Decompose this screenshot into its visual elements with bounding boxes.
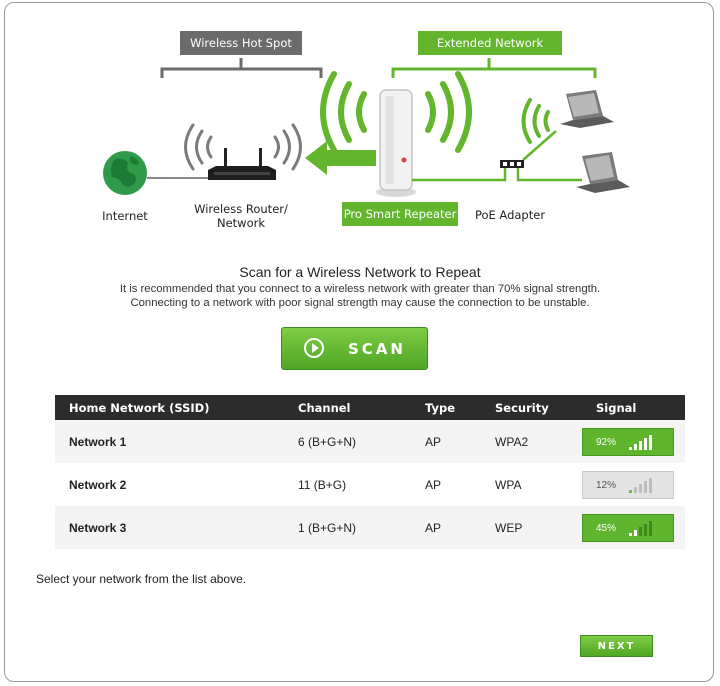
- signal-bar: [629, 532, 632, 536]
- col-signal-header: Signal: [582, 395, 685, 420]
- extended-network-tag: Extended Network: [418, 31, 562, 55]
- network-ssid: Network 3: [55, 506, 284, 549]
- signal-bar: [649, 520, 652, 536]
- signal-bar: [649, 434, 652, 450]
- scan-heading: Scan for a Wireless Network to Repeat: [239, 264, 481, 280]
- col-type-header: Type: [411, 395, 481, 420]
- signal-bars-icon: [629, 434, 653, 450]
- select-network-instruction: Select your network from the list above.: [36, 572, 247, 586]
- signal-percent: 12%: [596, 479, 617, 491]
- network-table: Home Network (SSID) Channel Type Securit…: [55, 395, 685, 549]
- arrow-left-icon: [305, 141, 376, 175]
- next-button[interactable]: NEXT: [580, 635, 653, 657]
- col-security-header: Security: [481, 395, 582, 420]
- network-ssid: Network 1: [55, 420, 284, 463]
- network-security: WEP: [481, 506, 582, 549]
- signal-bar: [644, 437, 647, 450]
- signal-bar: [644, 480, 647, 493]
- table-row[interactable]: Network 2 11 (B+G) AP WPA 12%: [55, 463, 685, 506]
- repeater-label: Pro Smart Repeater: [342, 202, 458, 226]
- cable-extended: [412, 130, 582, 182]
- laptop-icon: [576, 152, 630, 193]
- signal-bar: [634, 529, 637, 536]
- router-label-line2: Network: [216, 216, 266, 230]
- wifi-waves-icon: [184, 123, 302, 171]
- signal-percent: 45%: [596, 522, 617, 534]
- col-channel-header: Channel: [284, 395, 411, 420]
- laptop-icon: [560, 90, 614, 128]
- signal-badge: 92%: [582, 427, 674, 456]
- network-diagram: Wireless Hot Spot Extended Network Inter…: [0, 0, 720, 250]
- extended-bracket: [391, 58, 597, 78]
- signal-bar: [649, 477, 652, 493]
- network-signal-cell: 92%: [582, 420, 685, 463]
- signal-bars-icon: [629, 477, 653, 493]
- network-channel: 1 (B+G+N): [284, 506, 411, 549]
- col-ssid-header: Home Network (SSID): [55, 395, 284, 420]
- network-channel: 11 (B+G): [284, 463, 411, 506]
- signal-bar: [639, 440, 642, 450]
- laptop-wifi-icon: [521, 98, 550, 144]
- poe-adapter-icon: [500, 160, 524, 168]
- router-icon: [208, 148, 276, 180]
- network-type: AP: [411, 420, 481, 463]
- signal-bar: [634, 486, 637, 493]
- signal-bar: [639, 526, 642, 536]
- signal-bar: [644, 523, 647, 536]
- table-row[interactable]: Network 1 6 (B+G+N) AP WPA2 92%: [55, 420, 685, 463]
- hotspot-tag: Wireless Hot Spot: [180, 31, 302, 55]
- scan-button-label: SCAN: [348, 340, 406, 358]
- table-row[interactable]: Network 3 1 (B+G+N) AP WEP 45%: [55, 506, 685, 549]
- signal-bars-icon: [629, 520, 653, 536]
- scan-warning: Connecting to a network with poor signal…: [130, 297, 590, 309]
- hotspot-bracket: [160, 58, 323, 78]
- poe-label: PoE Adapter: [474, 208, 546, 222]
- signal-bar: [629, 446, 632, 450]
- network-signal-cell: 12%: [582, 463, 685, 506]
- signal-bar: [634, 443, 637, 450]
- network-ssid: Network 2: [55, 463, 284, 506]
- play-icon: [304, 338, 324, 358]
- network-security: WPA: [481, 463, 582, 506]
- globe-icon: [103, 151, 147, 195]
- scan-button[interactable]: SCAN: [281, 327, 428, 370]
- network-type: AP: [411, 463, 481, 506]
- network-type: AP: [411, 506, 481, 549]
- network-channel: 6 (B+G+N): [284, 420, 411, 463]
- signal-bar: [639, 483, 642, 493]
- scan-recommendation: It is recommended that you connect to a …: [119, 283, 601, 295]
- signal-badge: 12%: [582, 470, 674, 499]
- signal-bar: [629, 489, 632, 493]
- internet-label: Internet: [102, 209, 148, 223]
- network-security: WPA2: [481, 420, 582, 463]
- signal-percent: 92%: [596, 436, 617, 448]
- router-label-line1: Wireless Router/: [194, 202, 288, 216]
- table-header-row: Home Network (SSID) Channel Type Securit…: [55, 395, 685, 420]
- repeater-icon: [376, 89, 416, 197]
- network-signal-cell: 45%: [582, 506, 685, 549]
- signal-badge: 45%: [582, 513, 674, 542]
